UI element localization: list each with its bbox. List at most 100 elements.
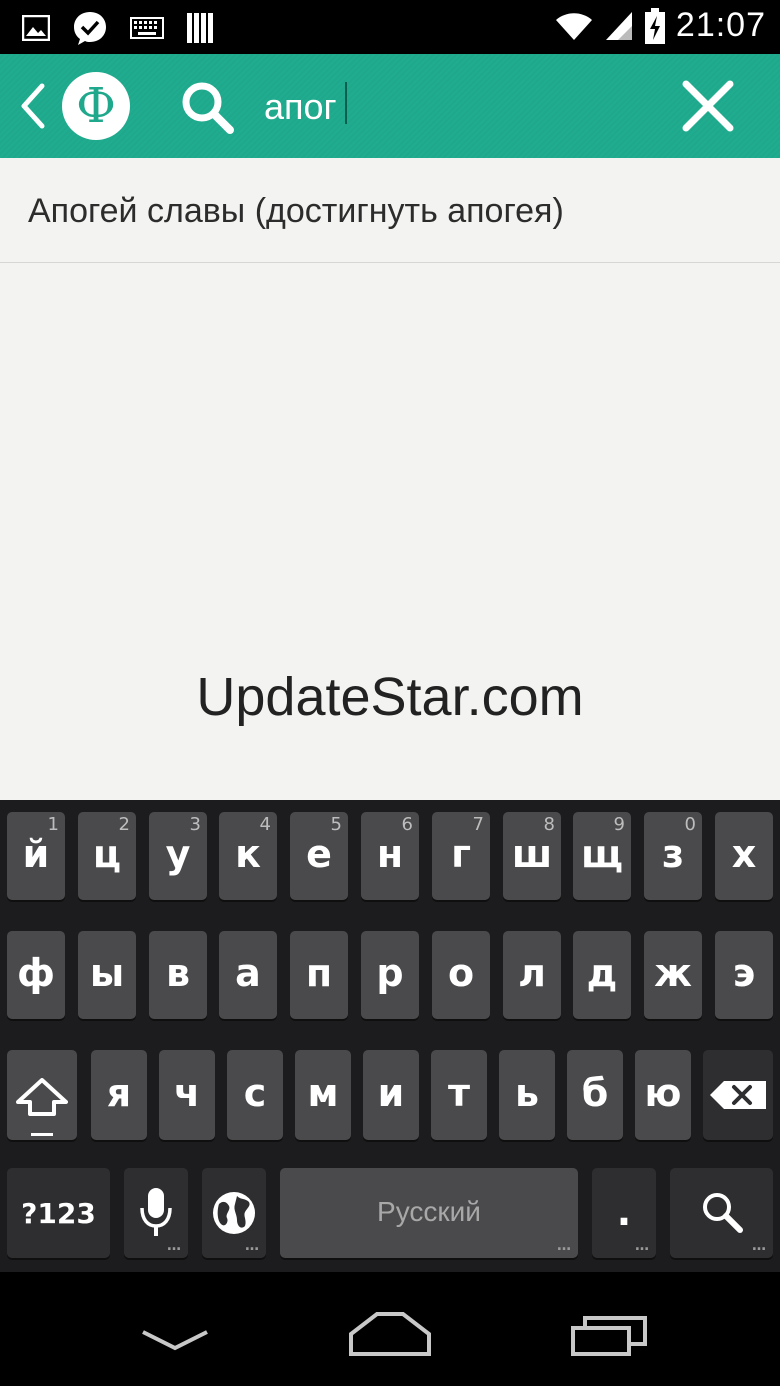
search-action-key[interactable]: … (670, 1168, 773, 1258)
search-icon (182, 82, 234, 134)
key-ю[interactable]: ю (635, 1050, 691, 1140)
symbols-key[interactable]: ?123 (7, 1168, 110, 1258)
key-с[interactable]: с (227, 1050, 283, 1140)
key-ж[interactable]: ж (644, 931, 702, 1019)
status-bar: 21:07 (0, 0, 780, 54)
key-щ[interactable]: щ9 (573, 812, 631, 900)
key-hint: 3 (189, 814, 201, 835)
key-label: х (731, 832, 757, 876)
key-label: а (235, 951, 261, 995)
space-key[interactable]: Русский … (280, 1168, 578, 1258)
key-ф[interactable]: ф (7, 931, 65, 1019)
key-label: п (305, 951, 333, 995)
key-н[interactable]: н6 (361, 812, 419, 900)
gallery-icon (22, 15, 50, 41)
key-ч[interactable]: ч (159, 1050, 215, 1140)
key-label: р (376, 951, 404, 995)
result-text: Апогей славы (достигнуть апогея) (28, 192, 564, 230)
key-label: л (518, 951, 546, 995)
key-я[interactable]: я (91, 1050, 147, 1140)
key-п[interactable]: п (290, 931, 348, 1019)
messenger-check-icon (74, 12, 106, 45)
key-в[interactable]: в (149, 931, 207, 1019)
key-label: ж (654, 951, 692, 995)
key-а[interactable]: а (219, 931, 277, 1019)
globe-icon (213, 1192, 255, 1234)
key-label: н (376, 832, 404, 876)
key-т[interactable]: т (431, 1050, 487, 1140)
close-icon[interactable] (680, 78, 736, 134)
key-ь[interactable]: ь (499, 1050, 555, 1140)
key-label: з (661, 832, 685, 876)
key-label: е (306, 832, 332, 876)
app-logo[interactable]: Ф (62, 72, 130, 140)
key-label: о (447, 951, 475, 995)
key-label: ь (514, 1071, 540, 1115)
key-label: я (106, 1071, 132, 1115)
key-label: г (451, 832, 471, 876)
key-label: ч (173, 1071, 201, 1115)
key-hint: 6 (401, 814, 413, 835)
key-label: д (586, 951, 618, 995)
key-label: у (165, 832, 191, 876)
key-hint: 0 (684, 814, 696, 835)
key-hint: 9 (613, 814, 625, 835)
signal-icon (605, 11, 632, 40)
key-label: б (581, 1071, 609, 1115)
voice-input-key[interactable]: … (124, 1168, 188, 1258)
key-label: т (447, 1071, 471, 1115)
key-х[interactable]: х (715, 812, 773, 900)
key-label: щ (580, 832, 623, 876)
key-и[interactable]: и (363, 1050, 419, 1140)
shift-arrow-icon (16, 1078, 68, 1116)
key-у[interactable]: у3 (149, 812, 207, 900)
backspace-icon (710, 1081, 766, 1109)
clock: 21:07 (675, 6, 766, 44)
key-label: с (243, 1071, 267, 1115)
key-л[interactable]: л (503, 931, 561, 1019)
shift-key[interactable] (7, 1050, 77, 1140)
recent-apps-icon[interactable] (571, 1316, 647, 1356)
key-label: ф (17, 951, 55, 995)
key-label: э (732, 951, 756, 995)
key-з[interactable]: з0 (644, 812, 702, 900)
battery-charging-icon (644, 7, 665, 44)
back-icon[interactable] (141, 1328, 209, 1354)
key-д[interactable]: д (573, 931, 631, 1019)
key-е[interactable]: е5 (290, 812, 348, 900)
key-ц[interactable]: ц2 (78, 812, 136, 900)
back-chevron-icon[interactable] (18, 82, 48, 130)
key-label: ц (92, 832, 122, 876)
key-ш[interactable]: ш8 (503, 812, 561, 900)
key-label: и (377, 1071, 405, 1115)
keyboard-icon (130, 17, 164, 39)
wifi-icon (555, 12, 592, 40)
on-screen-keyboard: ?123 … … Русский … . … … й1ц2у3к4е5н6г7ш… (0, 800, 780, 1272)
backspace-key[interactable] (703, 1050, 773, 1140)
key-label: м (307, 1071, 339, 1115)
key-hint: 8 (543, 814, 555, 835)
results-panel: Апогей славы (достигнуть апогея) UpdateS… (0, 158, 780, 800)
key-hint: 7 (472, 814, 484, 835)
key-о[interactable]: о (432, 931, 490, 1019)
key-hint: 5 (330, 814, 342, 835)
key-м[interactable]: м (295, 1050, 351, 1140)
language-key[interactable]: … (202, 1168, 266, 1258)
list-item[interactable]: Апогей славы (достигнуть апогея) (0, 158, 780, 263)
key-р[interactable]: р (361, 931, 419, 1019)
key-б[interactable]: б (567, 1050, 623, 1140)
search-icon (703, 1193, 743, 1233)
key-к[interactable]: к4 (219, 812, 277, 900)
key-label: ш (511, 832, 553, 876)
storage-icon (187, 13, 213, 43)
key-hint: 4 (259, 814, 271, 835)
home-icon[interactable] (349, 1312, 431, 1356)
key-г[interactable]: г7 (432, 812, 490, 900)
key-э[interactable]: э (715, 931, 773, 1019)
search-input[interactable] (264, 78, 654, 136)
key-й[interactable]: й1 (7, 812, 65, 900)
period-key[interactable]: . … (592, 1168, 656, 1258)
key-hint: 2 (118, 814, 130, 835)
key-ы[interactable]: ы (78, 931, 136, 1019)
key-label: к (235, 832, 261, 876)
